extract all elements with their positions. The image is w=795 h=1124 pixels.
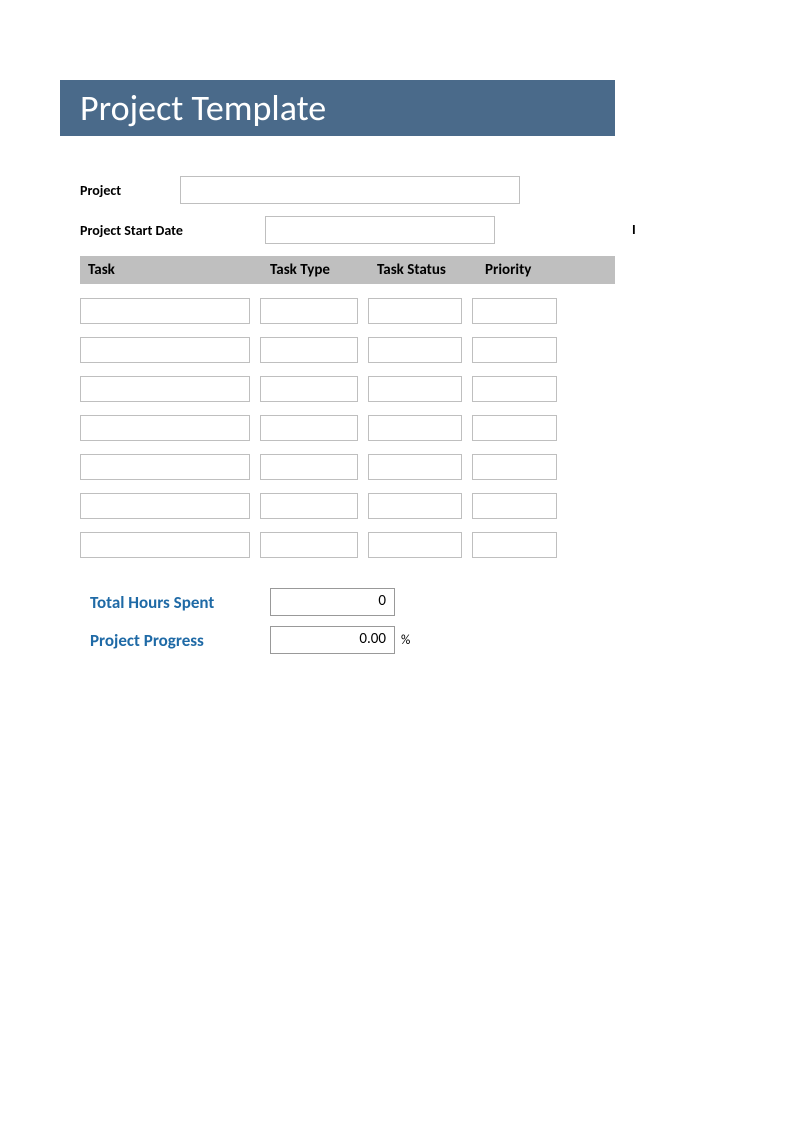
header-task-type: Task Type (270, 261, 377, 279)
priority-cell[interactable] (472, 454, 557, 480)
header-task: Task (88, 261, 270, 279)
project-progress-value: 0.00 (270, 626, 395, 654)
task-cell[interactable] (80, 493, 250, 519)
status-cell[interactable] (368, 532, 462, 558)
summary-section: Total Hours Spent 0 Project Progress 0.0… (90, 588, 735, 654)
status-cell[interactable] (368, 415, 462, 441)
start-date-label: Project Start Date (80, 222, 265, 239)
header-task-status: Task Status (377, 261, 485, 279)
project-field-row: Project (80, 176, 735, 204)
project-label: Project (80, 182, 145, 199)
type-cell[interactable] (260, 376, 358, 402)
status-cell[interactable] (368, 454, 462, 480)
type-cell[interactable] (260, 298, 358, 324)
page-title: Project Template (60, 80, 615, 136)
table-header: Task Task Type Task Status Priority (80, 256, 615, 284)
type-cell[interactable] (260, 415, 358, 441)
start-date-field-row: Project Start Date I (80, 216, 635, 244)
project-input[interactable] (180, 176, 520, 204)
table-row (80, 376, 620, 402)
priority-cell[interactable] (472, 337, 557, 363)
table-row (80, 532, 620, 558)
project-progress-label: Project Progress (90, 630, 270, 651)
status-cell[interactable] (368, 493, 462, 519)
table-row (80, 298, 620, 324)
status-cell[interactable] (368, 298, 462, 324)
priority-cell[interactable] (472, 415, 557, 441)
priority-cell[interactable] (472, 493, 557, 519)
priority-cell[interactable] (472, 298, 557, 324)
priority-cell[interactable] (472, 532, 557, 558)
project-progress-row: Project Progress 0.00 % (90, 626, 735, 654)
status-cell[interactable] (368, 337, 462, 363)
task-cell[interactable] (80, 337, 250, 363)
task-cell[interactable] (80, 415, 250, 441)
total-hours-value: 0 (270, 588, 395, 616)
priority-cell[interactable] (472, 376, 557, 402)
task-cell[interactable] (80, 532, 250, 558)
table-row (80, 337, 620, 363)
start-date-input[interactable] (265, 216, 495, 244)
task-cell[interactable] (80, 376, 250, 402)
right-mark: I (632, 221, 636, 238)
table-body (80, 284, 620, 558)
task-cell[interactable] (80, 454, 250, 480)
table-row (80, 415, 620, 441)
type-cell[interactable] (260, 532, 358, 558)
total-hours-label: Total Hours Spent (90, 592, 270, 613)
type-cell[interactable] (260, 493, 358, 519)
total-hours-row: Total Hours Spent 0 (90, 588, 735, 616)
type-cell[interactable] (260, 454, 358, 480)
header-priority: Priority (485, 261, 575, 279)
table-row (80, 454, 620, 480)
table-row (80, 493, 620, 519)
percent-symbol: % (401, 633, 410, 648)
task-cell[interactable] (80, 298, 250, 324)
status-cell[interactable] (368, 376, 462, 402)
type-cell[interactable] (260, 337, 358, 363)
